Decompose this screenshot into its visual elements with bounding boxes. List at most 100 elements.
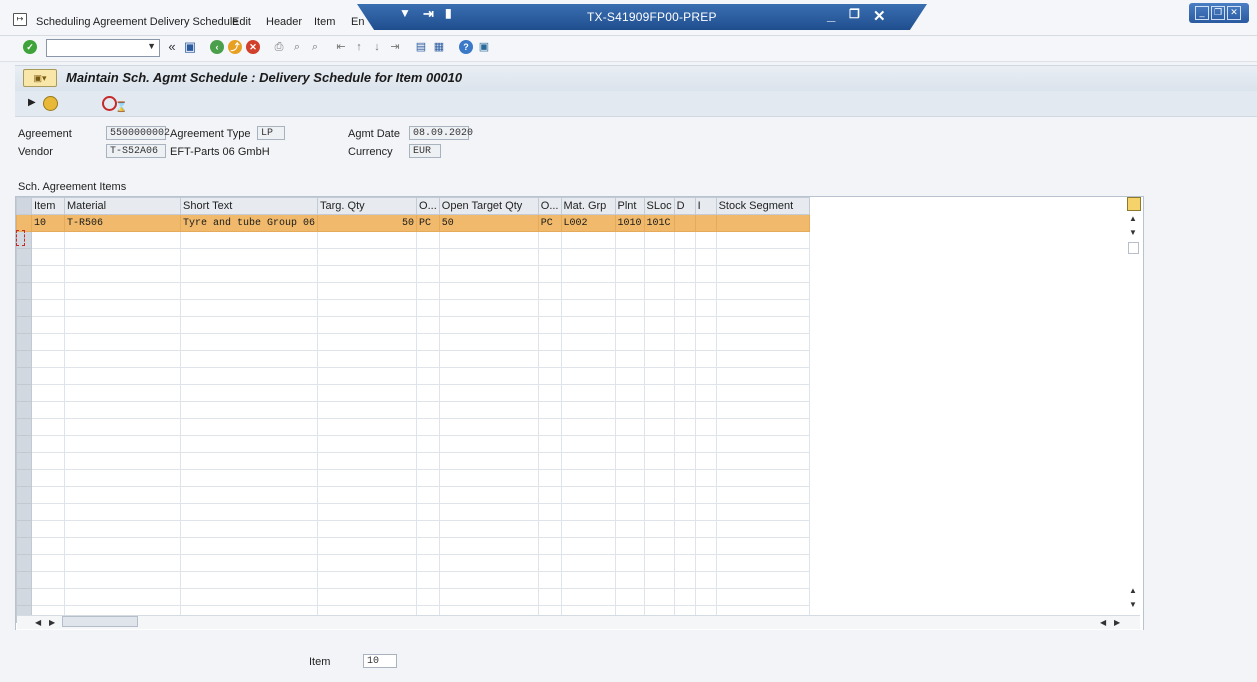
- new-session-icon[interactable]: ▤: [414, 40, 428, 54]
- table-cell[interactable]: [715, 571, 810, 589]
- table-cell[interactable]: [673, 265, 696, 283]
- table-cell[interactable]: [179, 316, 319, 334]
- table-cell[interactable]: [560, 350, 616, 368]
- save-icon[interactable]: ▣: [183, 40, 197, 54]
- table-cell[interactable]: [643, 265, 675, 283]
- table-cell[interactable]: [537, 452, 562, 470]
- row-selector[interactable]: [16, 333, 32, 351]
- table-cell[interactable]: [694, 367, 717, 385]
- table-cell[interactable]: [673, 282, 696, 300]
- window-minimize-icon[interactable]: _: [1195, 6, 1209, 20]
- table-cell[interactable]: [560, 520, 616, 538]
- table-cell[interactable]: [64, 367, 181, 385]
- menu-scheduling-agreement[interactable]: Scheduling Agreement Delivery Schedule: [36, 16, 238, 28]
- agreement-type-field[interactable]: LP: [257, 126, 285, 140]
- table-cell[interactable]: [694, 520, 717, 538]
- table-cell[interactable]: [643, 503, 675, 521]
- menu-environment[interactable]: En: [351, 16, 364, 28]
- table-cell[interactable]: [64, 469, 181, 487]
- table-cell[interactable]: [416, 435, 440, 453]
- table-cell[interactable]: [614, 248, 645, 266]
- col-material[interactable]: Material: [64, 197, 181, 215]
- table-cell[interactable]: [31, 537, 65, 555]
- exit-icon[interactable]: ⤴: [228, 40, 242, 54]
- table-cell[interactable]: [317, 503, 418, 521]
- table-cell[interactable]: [715, 588, 810, 606]
- table-cell[interactable]: [317, 571, 418, 589]
- table-cell[interactable]: [560, 452, 616, 470]
- table-cell[interactable]: [31, 265, 65, 283]
- table-cell[interactable]: [560, 588, 616, 606]
- find-next-icon[interactable]: ⌕: [308, 40, 322, 54]
- table-cell[interactable]: [31, 367, 65, 385]
- table-cell[interactable]: [416, 316, 440, 334]
- table-cell[interactable]: [438, 588, 539, 606]
- table-cell[interactable]: [643, 469, 675, 487]
- table-cell[interactable]: [64, 486, 181, 504]
- table-cell[interactable]: [715, 435, 810, 453]
- table-cell[interactable]: [694, 435, 717, 453]
- table-cell[interactable]: [179, 435, 319, 453]
- table-cell[interactable]: [614, 231, 645, 249]
- table-cell[interactable]: [179, 231, 319, 249]
- agreement-field[interactable]: 5500000002: [106, 126, 170, 140]
- cell-mat-grp[interactable]: L002: [560, 214, 616, 232]
- table-cell[interactable]: [31, 520, 65, 538]
- table-cell[interactable]: [614, 384, 645, 402]
- table-cell[interactable]: [614, 367, 645, 385]
- row-selector[interactable]: [16, 452, 32, 470]
- table-cell[interactable]: [416, 588, 440, 606]
- table-cell[interactable]: [673, 333, 696, 351]
- table-cell[interactable]: [179, 367, 319, 385]
- table-cell[interactable]: [31, 401, 65, 419]
- table-cell[interactable]: [537, 299, 562, 317]
- table-cell[interactable]: [31, 316, 65, 334]
- cell-d[interactable]: [673, 214, 696, 232]
- restore-icon[interactable]: ❐: [849, 7, 860, 21]
- col-stock-segment[interactable]: Stock Segment: [715, 197, 810, 215]
- table-cell[interactable]: [537, 469, 562, 487]
- row-selector[interactable]: [16, 350, 32, 368]
- table-cell[interactable]: [715, 265, 810, 283]
- table-cell[interactable]: [317, 452, 418, 470]
- table-cell[interactable]: [64, 350, 181, 368]
- table-cell[interactable]: [537, 418, 562, 436]
- table-cell[interactable]: [560, 316, 616, 334]
- table-cell[interactable]: [317, 299, 418, 317]
- table-cell[interactable]: [643, 537, 675, 555]
- table-cell[interactable]: [643, 554, 675, 572]
- table-cell[interactable]: [317, 265, 418, 283]
- next-page-icon[interactable]: ↓: [370, 40, 384, 54]
- table-cell[interactable]: [694, 469, 717, 487]
- table-cell[interactable]: [715, 282, 810, 300]
- table-cell[interactable]: [715, 231, 810, 249]
- table-cell[interactable]: [64, 401, 181, 419]
- menu-exit-icon[interactable]: ↦: [13, 13, 27, 26]
- command-field[interactable]: ▼: [46, 39, 160, 57]
- table-cell[interactable]: [614, 486, 645, 504]
- table-cell[interactable]: [614, 537, 645, 555]
- table-cell[interactable]: [64, 299, 181, 317]
- back-icon[interactable]: ‹: [210, 40, 224, 54]
- table-cell[interactable]: [694, 401, 717, 419]
- table-cell[interactable]: [614, 588, 645, 606]
- table-cell[interactable]: [560, 401, 616, 419]
- row-selector[interactable]: [16, 520, 32, 538]
- table-cell[interactable]: [416, 265, 440, 283]
- col-short-text[interactable]: Short Text: [179, 197, 319, 215]
- minimize-icon[interactable]: _: [827, 7, 835, 24]
- row-selector[interactable]: [16, 282, 32, 300]
- table-cell[interactable]: [694, 248, 717, 266]
- table-cell[interactable]: [438, 571, 539, 589]
- table-cell[interactable]: [614, 520, 645, 538]
- table-cell[interactable]: [438, 469, 539, 487]
- close-icon[interactable]: ✕: [873, 7, 886, 25]
- table-cell[interactable]: [643, 435, 675, 453]
- table-cell[interactable]: [64, 588, 181, 606]
- table-row[interactable]: [16, 469, 810, 487]
- cell-material[interactable]: T-R506: [64, 214, 181, 232]
- table-cell[interactable]: [560, 367, 616, 385]
- table-row[interactable]: [16, 520, 810, 538]
- cell-targ-qty[interactable]: 50: [317, 214, 418, 232]
- table-cell[interactable]: [64, 537, 181, 555]
